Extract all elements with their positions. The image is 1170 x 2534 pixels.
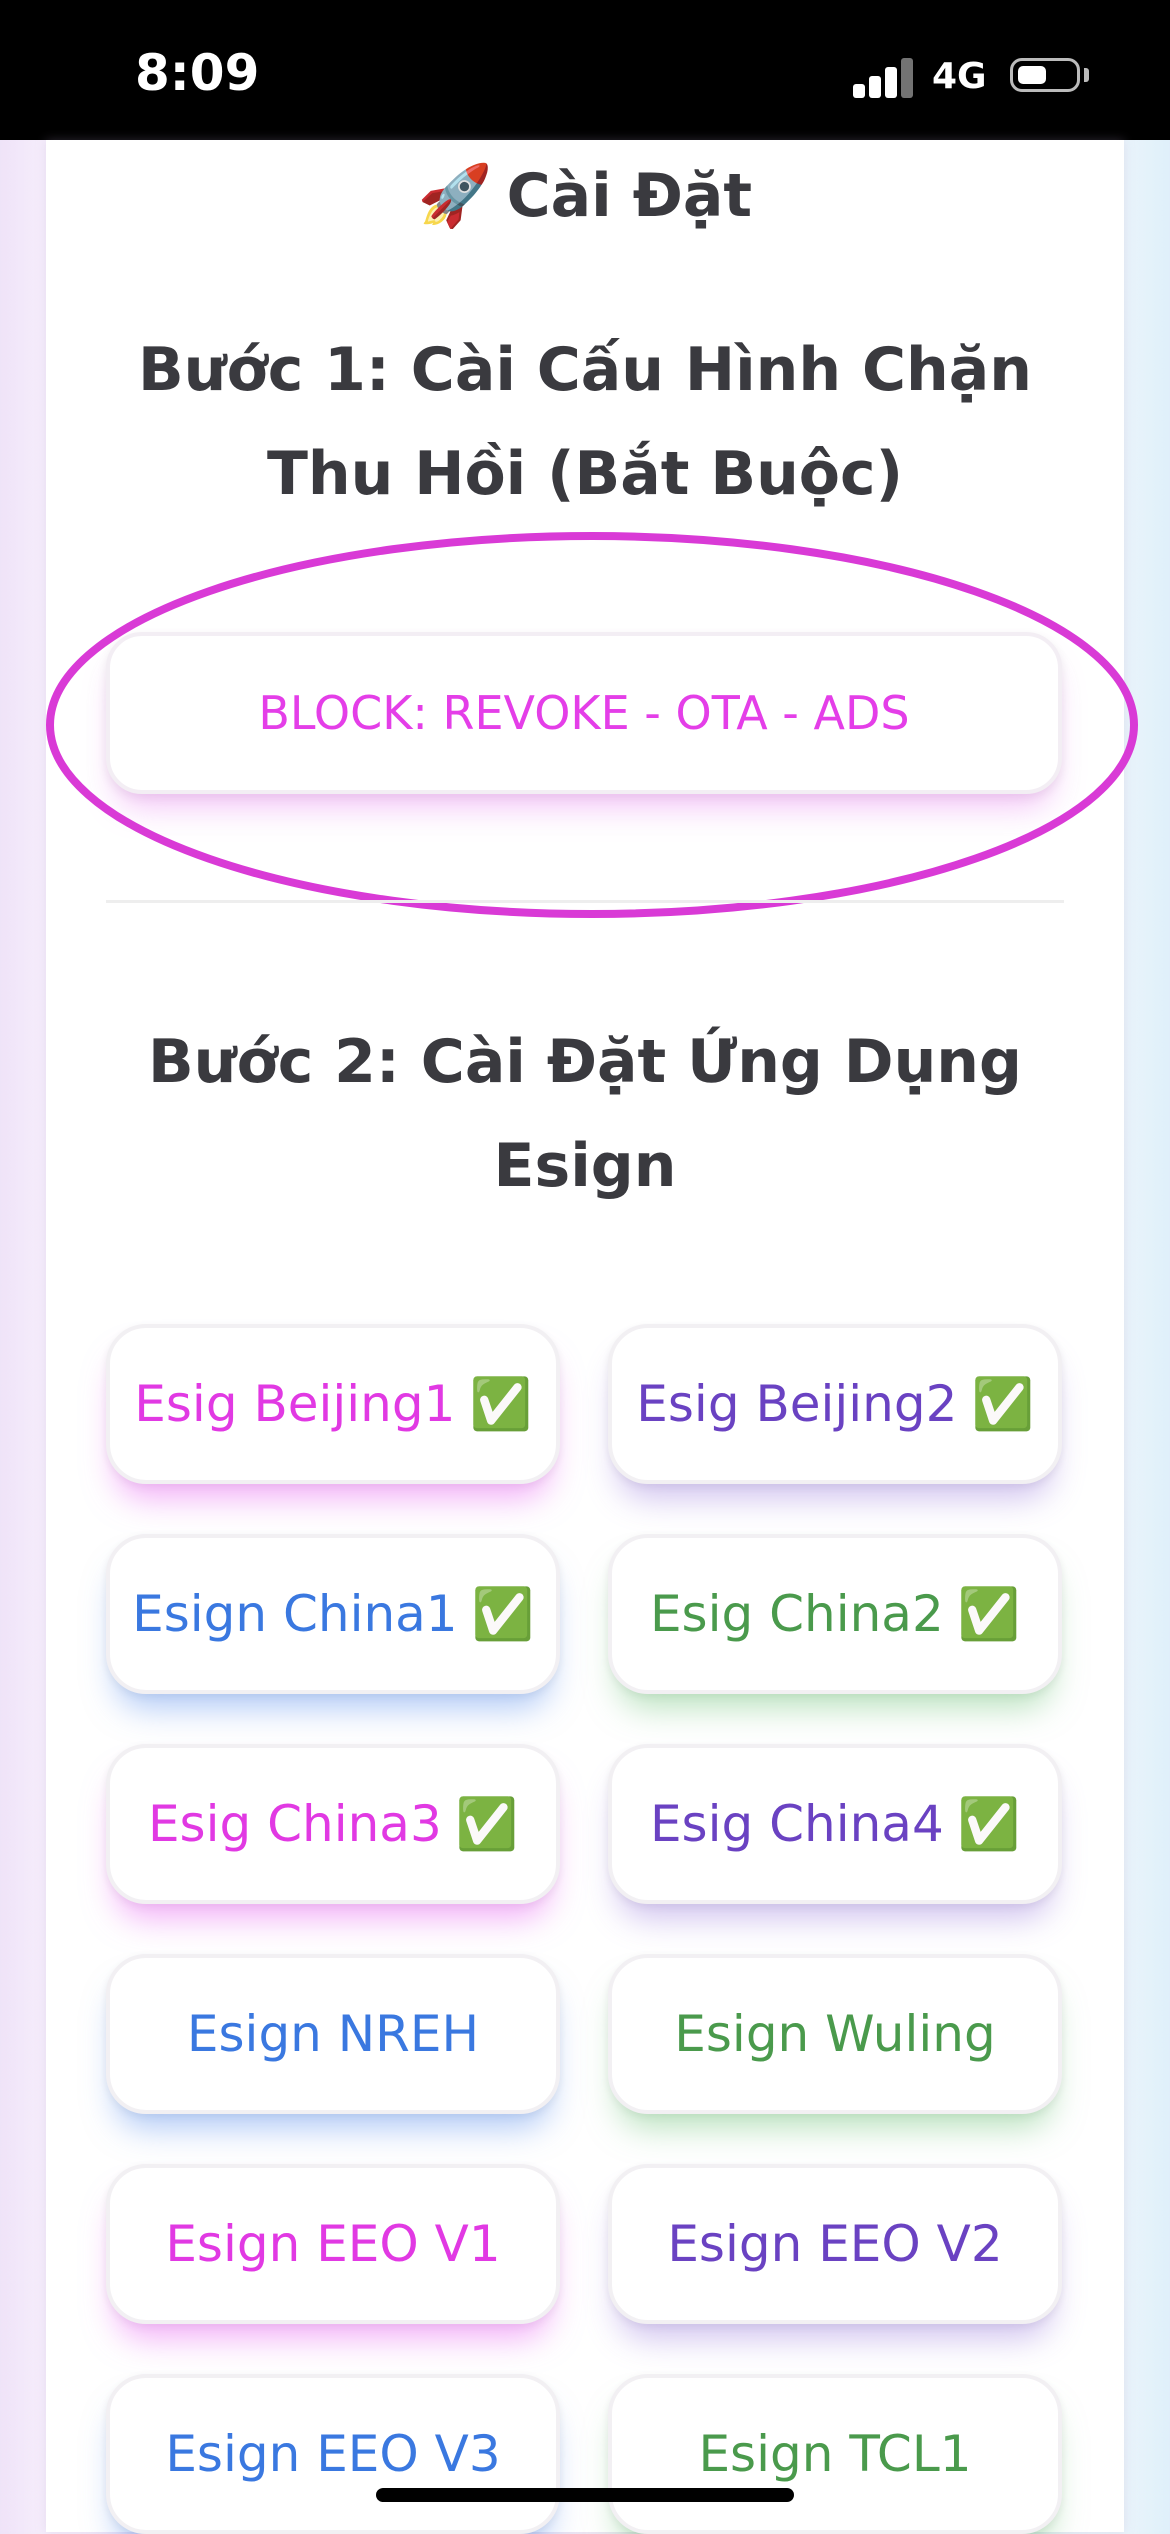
check-icon: ✅: [455, 1795, 519, 1853]
app-button-esign-tcl1[interactable]: Esign TCL1: [608, 2374, 1062, 2534]
app-button-label: Esign EEO V2: [667, 2215, 1003, 2273]
status-time: 8:09: [135, 44, 260, 102]
app-button-label: Esign NREH: [186, 2005, 480, 2063]
app-button-esig-beijing1[interactable]: Esig Beijing1 ✅: [106, 1324, 560, 1484]
check-icon: ✅: [957, 1585, 1021, 1643]
step2-title: Bước 2: Cài Đặt Ứng Dụng Esign: [148, 1027, 1022, 1201]
page-title: 🚀 Cài Đặt: [0, 160, 1170, 231]
check-icon: ✅: [469, 1375, 532, 1433]
app-button-esig-china2[interactable]: Esig China2 ✅: [608, 1534, 1062, 1694]
app-button-esig-china3[interactable]: Esig China3 ✅: [106, 1744, 560, 1904]
app-button-esign-eeo-v3[interactable]: Esign EEO V3: [106, 2374, 560, 2534]
check-icon: ✅: [971, 1375, 1034, 1433]
cellular-signal-icon: [853, 58, 913, 98]
app-button-label: Esig China4: [649, 1795, 944, 1853]
section-divider: [106, 900, 1064, 903]
battery-icon: [1010, 58, 1080, 92]
app-button-label: Esig China2: [649, 1585, 944, 1643]
app-button-esign-nreh[interactable]: Esign NREH: [106, 1954, 560, 2114]
check-icon: ✅: [957, 1795, 1021, 1853]
app-button-esign-eeo-v2[interactable]: Esign EEO V2: [608, 2164, 1062, 2324]
block-revoke-ota-ads-button[interactable]: BLOCK: REVOKE - OTA - ADS: [106, 632, 1062, 794]
step1-title: Bước 1: Cài Cấu Hình Chặn Thu Hồi (Bắt B…: [138, 335, 1032, 509]
status-bar: 8:09 4G: [0, 0, 1170, 140]
rocket-icon: 🚀: [417, 161, 493, 231]
app-button-label: Esign China1: [132, 1585, 458, 1643]
app-button-label: Esig Beijing2: [636, 1375, 958, 1433]
app-button-esign-china1[interactable]: Esign China1 ✅: [106, 1534, 560, 1694]
home-indicator[interactable]: [376, 2488, 794, 2502]
network-type: 4G: [932, 56, 987, 97]
app-button-esign-eeo-v1[interactable]: Esign EEO V1: [106, 2164, 560, 2324]
app-button-esign-wuling[interactable]: Esign Wuling: [608, 1954, 1062, 2114]
app-button-label: Esign TCL1: [698, 2425, 972, 2483]
app-button-esig-china4[interactable]: Esig China4 ✅: [608, 1744, 1062, 1904]
app-button-label: Esign Wuling: [674, 2005, 996, 2063]
app-button-label: Esig Beijing1: [134, 1375, 456, 1433]
app-button-label: Esign EEO V3: [165, 2425, 501, 2483]
app-button-esig-beijing2[interactable]: Esig Beijing2 ✅: [608, 1324, 1062, 1484]
app-button-label: Esig China3: [147, 1795, 442, 1853]
check-icon: ✅: [471, 1585, 534, 1643]
page-title-text: Cài Đặt: [506, 161, 753, 231]
app-button-label: Esign EEO V1: [165, 2215, 501, 2273]
